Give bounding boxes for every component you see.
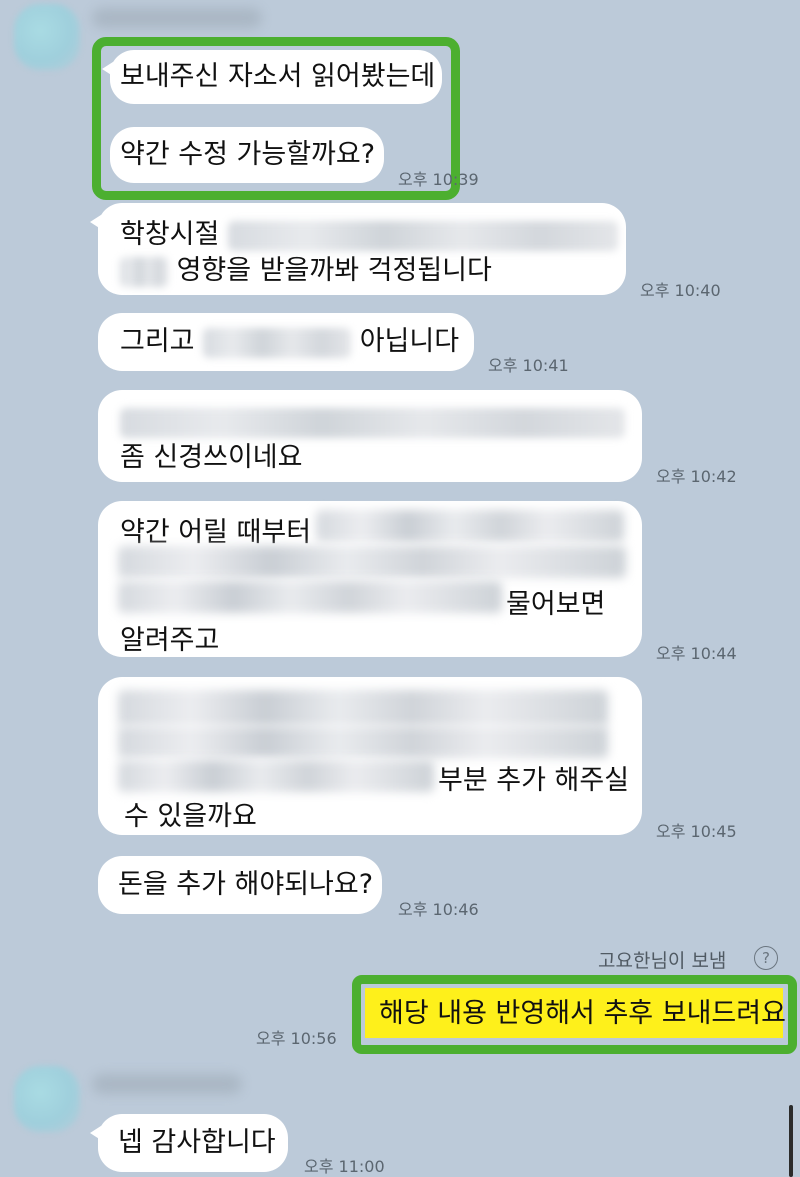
message-time: 오후 10:46	[398, 900, 479, 919]
message-bubble-2[interactable]: 학창시절 영향을 받을까봐 걱정됩니다	[90, 203, 626, 295]
redacted-text	[118, 581, 502, 613]
redacted-text	[316, 510, 624, 542]
redacted-text	[203, 327, 352, 358]
message-text: 그리고	[120, 326, 195, 357]
sender-label: 고요한님이 보냄	[598, 950, 727, 972]
sender-name-blurred	[92, 8, 262, 28]
message-time: 오후 10:39	[398, 170, 479, 189]
message-text: 알려주고	[120, 625, 220, 656]
redacted-text	[227, 220, 618, 251]
message-text: 약간 수정 가능할까요?	[120, 139, 376, 170]
sender-avatar[interactable]	[14, 4, 80, 70]
message-text: 물어보면	[506, 589, 606, 620]
message-bubble-7[interactable]: 돈을 추가 해야되나요?	[98, 856, 382, 914]
message-text: 해당 내용 반영해서 추후 보내드려요	[379, 998, 786, 1029]
redacted-text	[118, 546, 626, 578]
message-bubble-3[interactable]: 그리고 아닙니다	[98, 313, 474, 371]
sender-name-blurred	[92, 1074, 242, 1094]
message-text: 좀 신경쓰이네요	[120, 442, 303, 473]
redacted-text	[120, 407, 625, 438]
message-text: 넵 감사합니다	[118, 1127, 276, 1158]
redacted-text	[120, 256, 168, 287]
message-text: 영향을 받을까봐 걱정됩니다	[176, 255, 492, 286]
message-time: 오후 10:45	[656, 822, 737, 841]
redacted-text	[118, 726, 608, 758]
message-bubble-outgoing[interactable]: 해당 내용 반영해서 추후 보내드려요	[365, 988, 786, 1038]
message-time: 오후 11:00	[304, 1157, 385, 1176]
message-text: 보내주신 자소서 읽어봤는데	[120, 61, 436, 92]
message-text: 부분 추가 해주실	[438, 765, 630, 796]
message-time: 오후 10:42	[656, 467, 737, 486]
message-text: 학창시절	[120, 219, 220, 250]
message-text: 약간 어릴 때부터	[120, 517, 312, 548]
message-bubble-9[interactable]: 넵 감사합니다	[90, 1114, 288, 1172]
message-text: 아닙니다	[359, 326, 460, 357]
message-bubble-1a[interactable]: 보내주신 자소서 읽어봤는데	[102, 50, 442, 104]
message-text: 수 있을까요	[124, 801, 257, 832]
sender-avatar[interactable]	[14, 1066, 80, 1132]
scrollbar[interactable]	[789, 1105, 793, 1177]
message-bubble-1b[interactable]: 약간 수정 가능할까요?	[110, 127, 384, 183]
message-time: 오후 10:41	[488, 356, 569, 375]
redacted-text	[118, 690, 608, 726]
message-time: 오후 10:56	[256, 1029, 337, 1048]
message-text: 돈을 추가 해야되나요?	[118, 869, 374, 900]
question-circle-icon[interactable]: ?	[754, 946, 778, 970]
redacted-text	[118, 760, 434, 792]
message-bubble-4[interactable]: 좀 신경쓰이네요	[98, 390, 642, 482]
message-time: 오후 10:44	[656, 644, 737, 663]
message-time: 오후 10:40	[640, 281, 721, 300]
